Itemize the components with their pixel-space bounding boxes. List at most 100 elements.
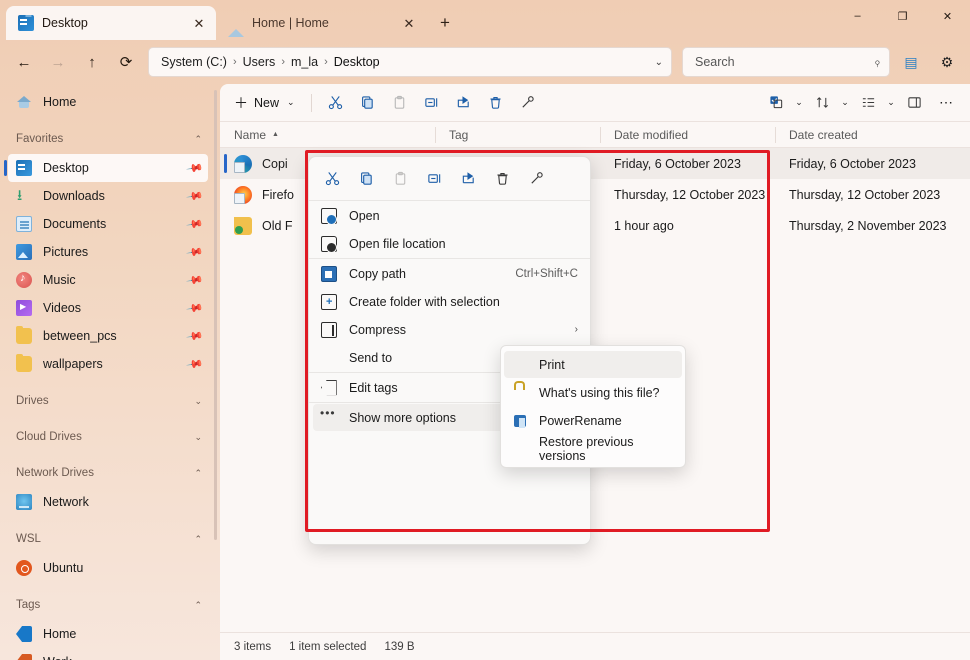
pin-icon[interactable]: 📌	[186, 355, 205, 374]
sidebar-item-desktop[interactable]: Desktop 📌	[8, 154, 208, 182]
pin-icon[interactable]: 📌	[186, 215, 205, 234]
search-input[interactable]: Search ⌕	[682, 47, 890, 77]
copy-icon[interactable]	[349, 163, 383, 193]
sidebar-group-favorites[interactable]: Favorites ⌃	[8, 126, 208, 152]
sidebar-scrollbar[interactable]	[214, 90, 217, 540]
sidebar-item-home[interactable]: Home	[8, 88, 208, 116]
chevron-up-icon[interactable]: ⌃	[194, 534, 202, 545]
menu-item-open[interactable]: Open	[313, 202, 586, 229]
sidebar-item-documents[interactable]: Documents 📌	[8, 210, 208, 238]
sidebar-item-network[interactable]: Network	[8, 488, 208, 516]
sidebar-item-videos[interactable]: Videos 📌	[8, 294, 208, 322]
copilot-button[interactable]: ▤	[896, 47, 926, 77]
sidebar-group-drives[interactable]: Drives ⌄	[8, 388, 208, 414]
submenu-item-restore-previous-versions[interactable]: Restore previous versions	[504, 435, 682, 462]
back-button[interactable]: ←	[8, 46, 40, 78]
submenu-item-whats-using-this-file[interactable]: What's using this file?	[504, 379, 682, 406]
copy-button[interactable]	[352, 89, 384, 117]
sidebar-item-tag-home[interactable]: Home	[8, 620, 208, 648]
submenu-item-powerrename[interactable]: PowerRename	[504, 407, 682, 434]
submenu-item-label: What's using this file?	[539, 386, 660, 400]
cut-button[interactable]	[320, 89, 352, 117]
chevron-up-icon[interactable]: ⌃	[194, 134, 202, 145]
submenu-item-label: Restore previous versions	[539, 435, 674, 463]
delete-button[interactable]	[480, 89, 512, 117]
select-button[interactable]	[760, 89, 792, 117]
column-header-tag[interactable]: Tag	[435, 122, 600, 148]
tab-home[interactable]: Home | Home ✕	[216, 6, 426, 40]
submenu-item-print[interactable]: Print	[504, 351, 682, 378]
up-button[interactable]: ↑	[76, 46, 108, 78]
chevron-down-icon[interactable]: ⌄	[649, 57, 663, 68]
sidebar-item-label: Network	[43, 495, 202, 509]
column-header-name[interactable]: Name ▲	[220, 122, 435, 148]
new-button[interactable]: ＋ New ⌄	[228, 89, 303, 117]
sidebar-item-music[interactable]: Music 📌	[8, 266, 208, 294]
view-button[interactable]	[852, 89, 884, 117]
menu-item-copy-path[interactable]: Copy path Ctrl+Shift+C	[313, 260, 586, 287]
sidebar-item-downloads[interactable]: Downloads 📌	[8, 182, 208, 210]
rename-icon[interactable]	[417, 163, 451, 193]
rename-button[interactable]	[416, 89, 448, 117]
more-button[interactable]: ⋯	[930, 89, 962, 117]
sidebar-group-tags[interactable]: Tags ⌃	[8, 592, 208, 618]
delete-icon[interactable]	[485, 163, 519, 193]
new-tab-button[interactable]: +	[432, 10, 458, 36]
breadcrumb-bar[interactable]: System (C:) › Users › m_la › Desktop ⌄	[148, 47, 672, 77]
share-button[interactable]	[448, 89, 480, 117]
column-header-date-created[interactable]: Date created	[775, 122, 970, 148]
tab-label: Desktop	[42, 16, 180, 30]
chevron-down-icon[interactable]: ⌄	[194, 396, 202, 407]
sidebar-item-wallpapers[interactable]: wallpapers 📌	[8, 350, 208, 378]
sidebar-item-label: Ubuntu	[43, 561, 202, 575]
breadcrumb-item-3[interactable]: Desktop	[334, 55, 380, 69]
refresh-button[interactable]: ⟳	[110, 46, 142, 78]
sort-button[interactable]	[806, 89, 838, 117]
properties-button[interactable]	[512, 89, 544, 117]
pin-icon[interactable]: 📌	[186, 271, 205, 290]
pin-icon[interactable]: 📌	[186, 243, 205, 262]
tab-desktop[interactable]: Desktop ✕	[6, 6, 216, 40]
cut-icon[interactable]	[315, 163, 349, 193]
minimize-button[interactable]: –	[835, 0, 880, 32]
tab-close-icon[interactable]: ✕	[188, 12, 210, 34]
sidebar-group-cloud-drives[interactable]: Cloud Drives ⌄	[8, 424, 208, 450]
breadcrumb-item-1[interactable]: Users	[243, 55, 276, 69]
chevron-down-icon[interactable]: ⌄	[792, 97, 806, 108]
share-icon[interactable]	[451, 163, 485, 193]
breadcrumb-item-0[interactable]: System (C:)	[161, 55, 227, 69]
menu-item-open-file-location[interactable]: Open file location	[313, 230, 586, 257]
sidebar-item-tag-work[interactable]: Work	[8, 648, 208, 660]
sidebar-item-between-pcs[interactable]: between_pcs 📌	[8, 322, 208, 350]
chevron-right-icon[interactable]: ›	[575, 324, 578, 335]
menu-item-compress[interactable]: Compress ›	[313, 316, 586, 343]
close-button[interactable]: ✕	[925, 0, 970, 32]
edge-shortcut-icon	[234, 155, 252, 173]
sidebar-group-wsl[interactable]: WSL ⌃	[8, 526, 208, 552]
column-label: Date created	[789, 128, 858, 142]
properties-icon[interactable]	[519, 163, 553, 193]
maximize-button[interactable]: ❐	[880, 0, 925, 32]
chevron-down-icon[interactable]: ⌄	[287, 97, 295, 108]
pin-icon[interactable]: 📌	[186, 187, 205, 206]
pin-icon[interactable]: 📌	[186, 159, 205, 178]
tab-close-icon[interactable]: ✕	[398, 12, 420, 34]
menu-item-create-folder-with-selection[interactable]: Create folder with selection	[313, 288, 586, 315]
tag-orange-icon	[16, 654, 32, 660]
content-pane: ＋ New ⌄	[220, 84, 970, 660]
chevron-down-icon[interactable]: ⌄	[194, 432, 202, 443]
pin-icon[interactable]: 📌	[186, 327, 205, 346]
chevron-up-icon[interactable]: ⌃	[194, 600, 202, 611]
sidebar-group-network-drives[interactable]: Network Drives ⌃	[8, 460, 208, 486]
folder-icon	[16, 328, 32, 344]
chevron-down-icon[interactable]: ⌄	[884, 97, 898, 108]
sidebar-item-pictures[interactable]: Pictures 📌	[8, 238, 208, 266]
settings-button[interactable]: ⚙	[932, 47, 962, 77]
column-header-date-modified[interactable]: Date modified	[600, 122, 775, 148]
chevron-up-icon[interactable]: ⌃	[194, 468, 202, 479]
layout-button[interactable]	[898, 89, 930, 117]
breadcrumb-item-2[interactable]: m_la	[291, 55, 318, 69]
chevron-down-icon[interactable]: ⌄	[838, 97, 852, 108]
pin-icon[interactable]: 📌	[186, 299, 205, 318]
sidebar-item-ubuntu[interactable]: Ubuntu	[8, 554, 208, 582]
